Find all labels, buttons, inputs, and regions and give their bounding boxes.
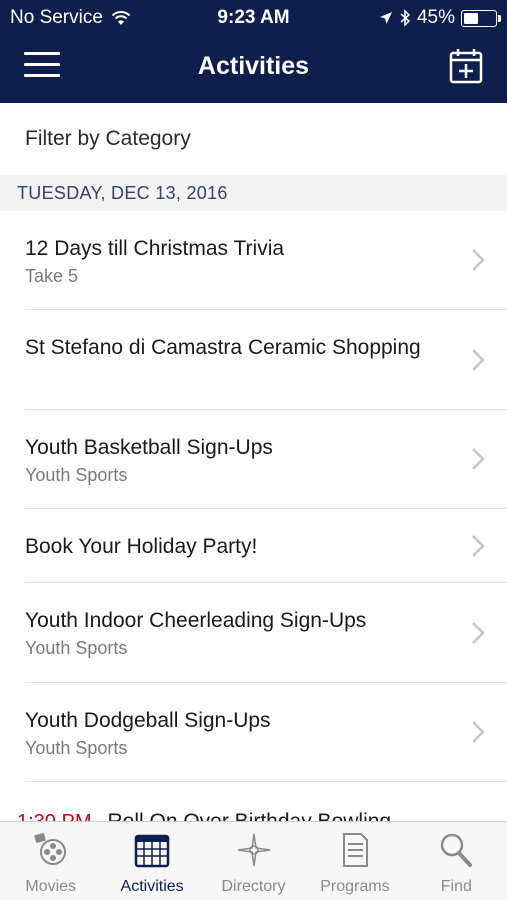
film-reel-icon (34, 833, 66, 865)
list-item[interactable]: Youth Dodgeball Sign-Ups Youth Sports (25, 683, 507, 782)
chevron-right-icon (472, 534, 485, 557)
tab-find[interactable]: Find (406, 822, 507, 900)
chevron-right-icon (472, 348, 485, 371)
list-item[interactable]: Book Your Holiday Party! (25, 509, 507, 583)
item-title: 12 Days till Christmas Trivia (25, 237, 285, 260)
battery-icon (461, 9, 501, 27)
tab-activities[interactable]: Activities (101, 822, 202, 900)
chevron-right-icon (472, 721, 485, 743)
calendar-icon (134, 834, 170, 868)
chevron-right-icon (472, 448, 485, 470)
item-subtitle: Youth Sports (25, 738, 128, 758)
filter-label: Filter by Category (25, 127, 191, 150)
tab-label: Find (440, 878, 472, 895)
document-icon (342, 833, 368, 867)
list-item[interactable]: 12 Days till Christmas Trivia Take 5 (25, 211, 507, 310)
item-time: 1:30 PM (17, 811, 91, 821)
chevron-right-icon (472, 249, 485, 271)
list-item[interactable]: St Stefano di Camastra Ceramic Shopping (25, 310, 507, 410)
item-subtitle: Youth Sports (25, 638, 128, 658)
tab-directory[interactable]: Directory (203, 822, 304, 900)
tab-label: Activities (120, 878, 184, 895)
list-item[interactable]: 1:30 PM Roll On Over Birthday Bowling (17, 782, 507, 821)
tab-movies[interactable]: Movies (0, 822, 101, 900)
status-bar: No Service 9:23 AM 45% (0, 0, 507, 36)
item-title-text: Roll On Over Birthday Bowling (107, 810, 391, 821)
item-subtitle: Take 5 (25, 266, 79, 286)
date-section-header: TUESDAY, DEC 13, 2016 (0, 175, 507, 211)
tab-label: Programs (320, 878, 390, 895)
item-title: 1:30 PM Roll On Over Birthday Bowling (17, 808, 487, 821)
status-right: 45% (379, 7, 501, 29)
item-title: Youth Dodgeball Sign-Ups (25, 709, 271, 732)
location-arrow-icon (379, 12, 392, 24)
item-title: Youth Basketball Sign-Ups (25, 436, 273, 459)
tab-label: Directory (221, 878, 286, 895)
activities-list[interactable]: 12 Days till Christmas Trivia Take 5 St … (0, 211, 507, 821)
chevron-right-icon (472, 621, 485, 644)
item-title: St Stefano di Camastra Ceramic Shopping (25, 336, 421, 359)
list-item[interactable]: Youth Indoor Cheerleading Sign-Ups Youth… (25, 583, 507, 683)
battery-percent: 45% (416, 7, 455, 28)
search-icon (441, 833, 473, 867)
bluetooth-icon (400, 9, 411, 27)
date-header-label: TUESDAY, DEC 13, 2016 (17, 182, 228, 203)
list-item[interactable]: Youth Basketball Sign-Ups Youth Sports (25, 410, 507, 509)
tab-programs[interactable]: Programs (304, 822, 405, 900)
item-title: Youth Indoor Cheerleading Sign-Ups (25, 609, 367, 632)
tab-bar: Movies Activities Directory Programs Fin… (0, 821, 507, 900)
item-title: Book Your Holiday Party! (25, 535, 258, 558)
tab-label: Movies (25, 878, 77, 895)
filter-by-category[interactable]: Filter by Category (0, 103, 507, 175)
page-title: Activities (197, 52, 310, 80)
item-subtitle: Youth Sports (25, 465, 128, 485)
compass-icon (237, 833, 270, 867)
calendar-add-icon[interactable] (449, 48, 483, 84)
battery-level-fill (464, 12, 478, 24)
app-header: No Service 9:23 AM 45% Activities (0, 0, 507, 103)
